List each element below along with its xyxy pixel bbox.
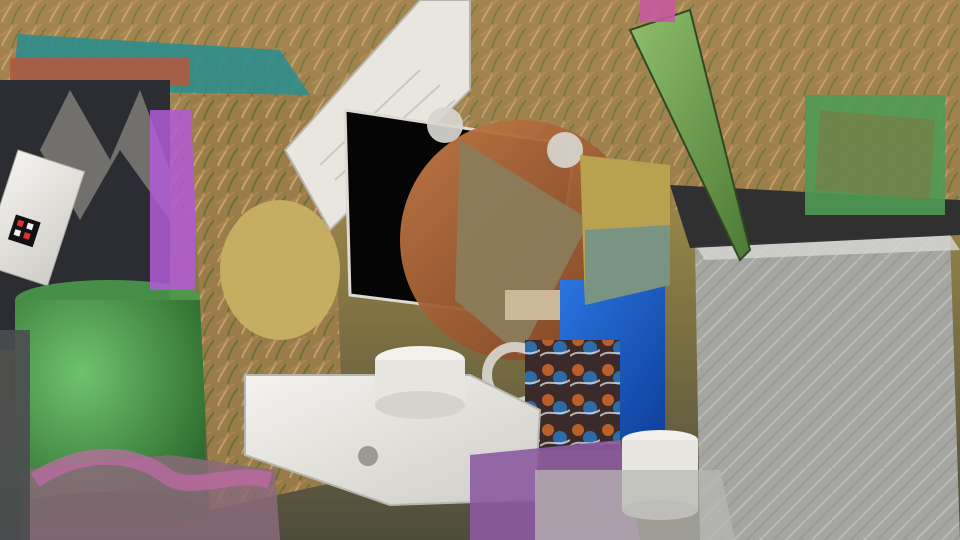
wood-disk: [220, 200, 340, 340]
ground: [0, 330, 30, 540]
bottom-right-gray-board: [535, 470, 735, 540]
scene-svg: [0, 0, 960, 540]
green-square-mottle: [815, 110, 935, 200]
white-block-hole: [358, 446, 378, 466]
metal-block: [695, 235, 960, 540]
purple-panel: [150, 110, 195, 290]
scene-canvas: [0, 0, 960, 540]
white-cylinder-bottom: [375, 391, 465, 419]
knife-handle: [640, 0, 675, 22]
